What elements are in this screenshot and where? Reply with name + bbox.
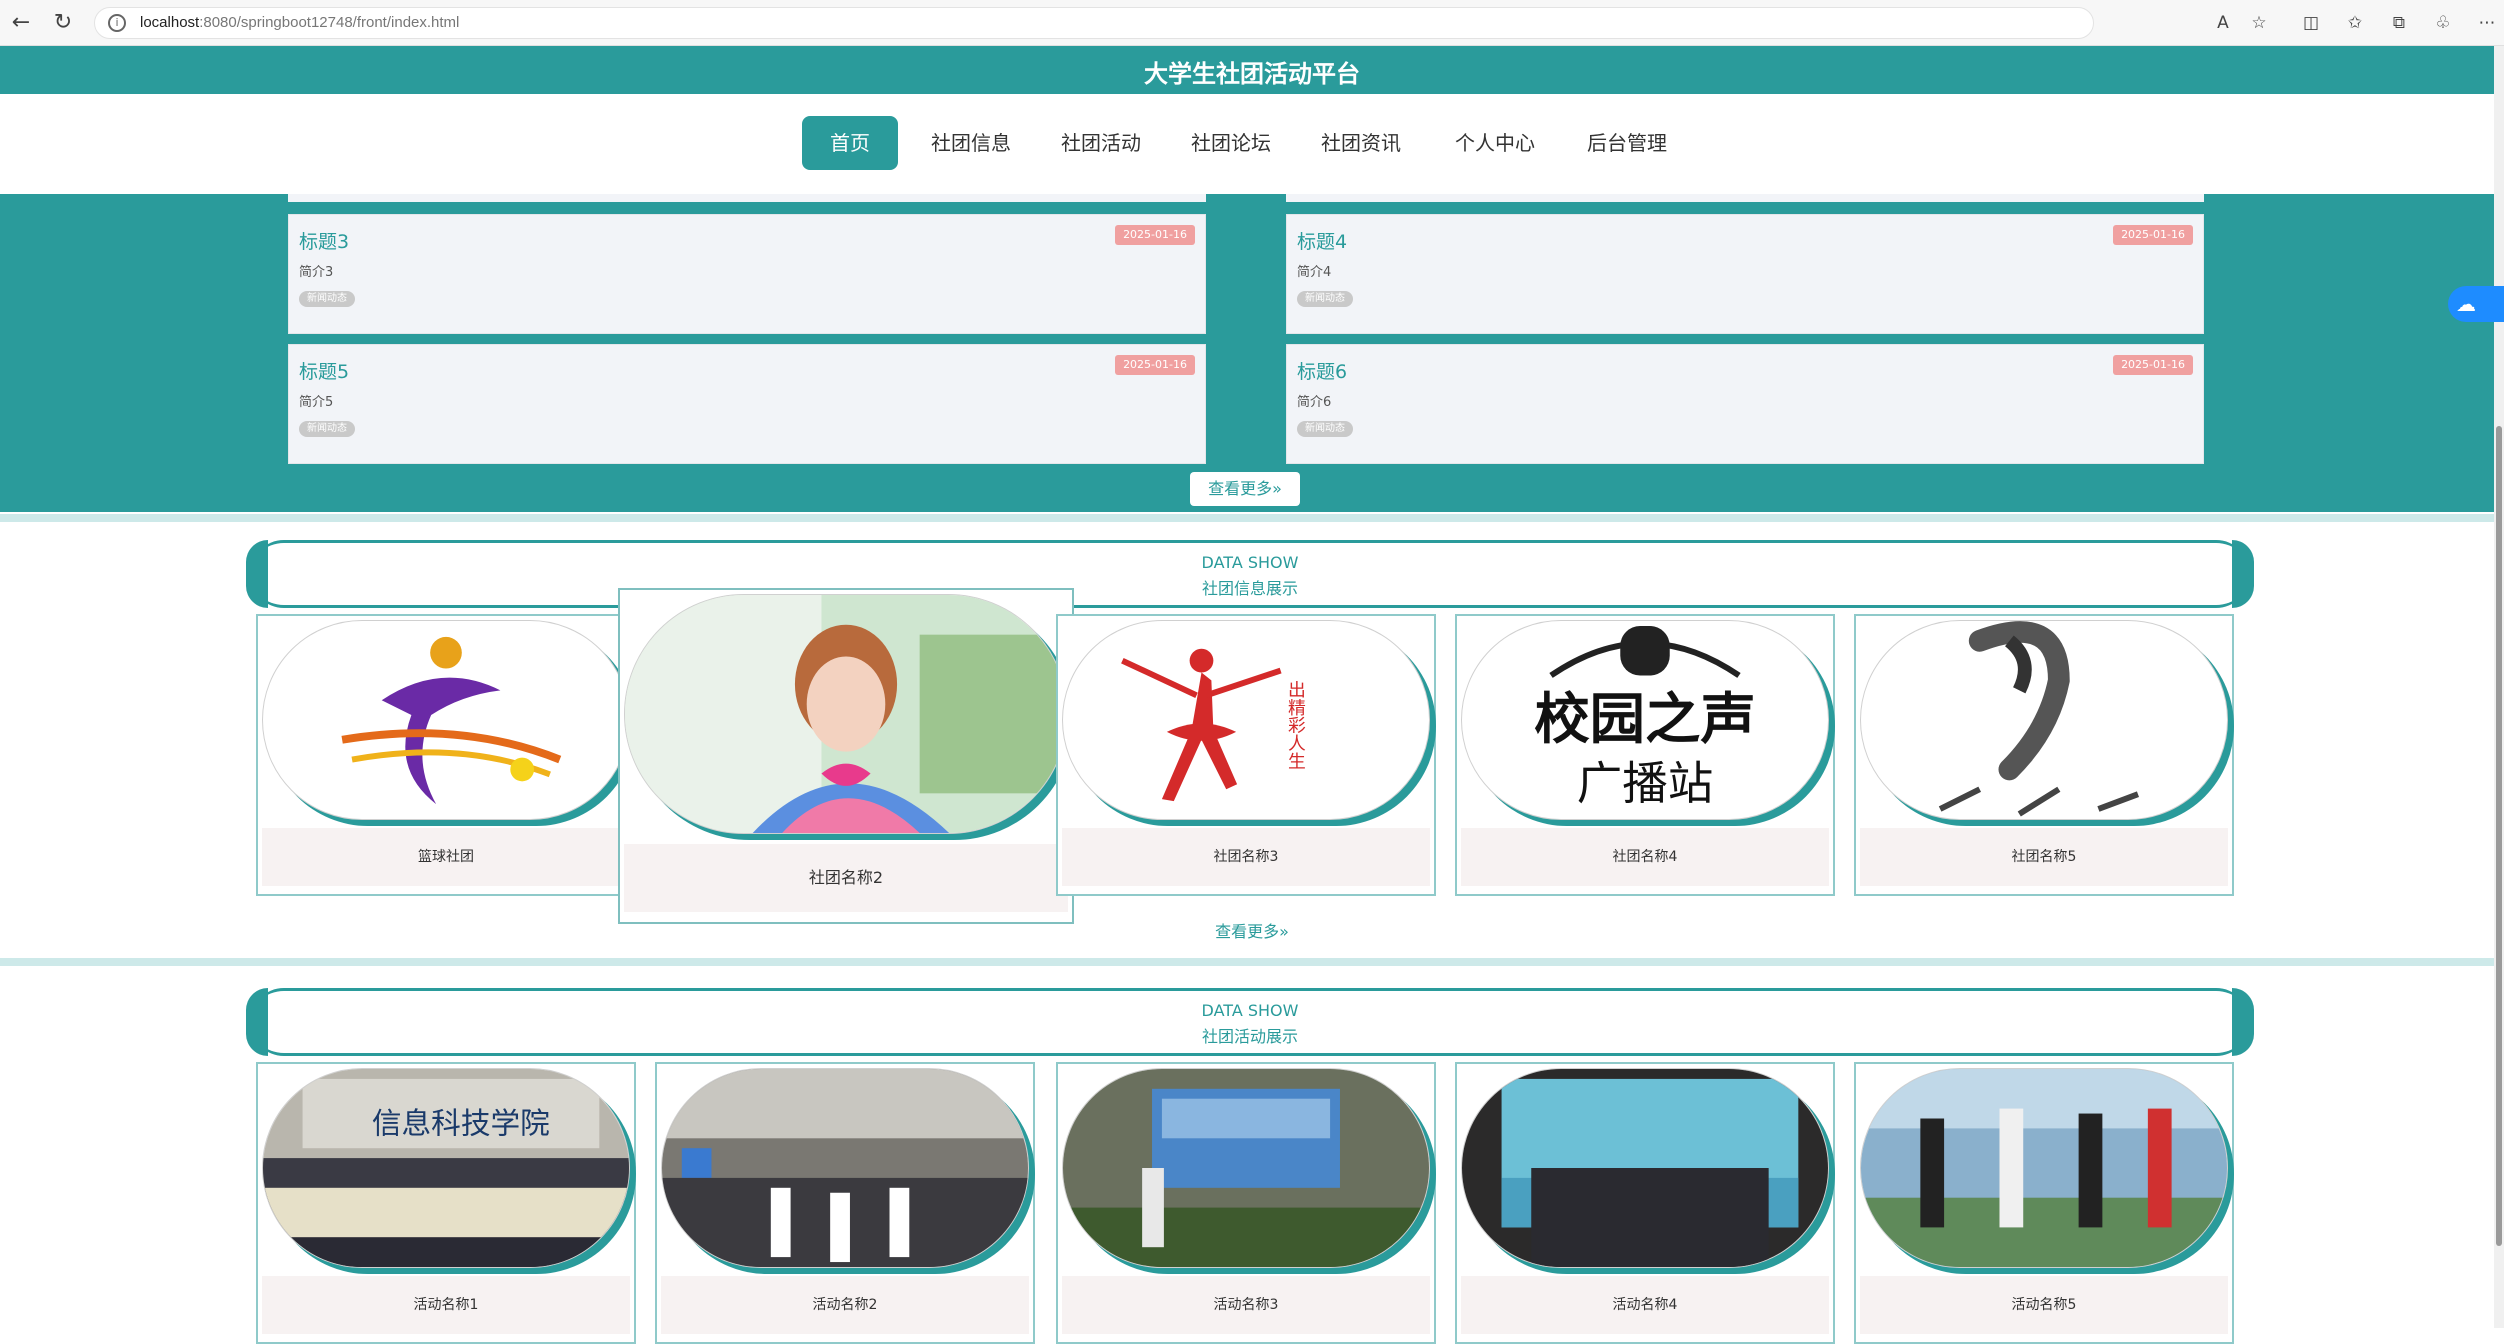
site-header: 大学生社团活动平台 (0, 46, 2504, 94)
favorites-icon[interactable]: ✩ (2344, 12, 2366, 34)
news-card[interactable]: 标题6 简介6 新闻动态 2025-01-16 (1286, 344, 2204, 464)
site-info-icon[interactable]: i (108, 14, 126, 32)
news-card[interactable]: 标题5 简介5 新闻动态 2025-01-16 (288, 344, 1206, 464)
activity-name[interactable]: 活动名称1 (262, 1276, 630, 1334)
activity-card[interactable]: 活动名称2 (655, 1062, 1035, 1344)
club-card-hovered[interactable]: 社团名称2 (618, 588, 1074, 924)
nav-admin[interactable]: 后台管理 (1576, 116, 1678, 170)
club-card[interactable]: 校园之声 广播站 社团名称4 (1455, 614, 1835, 896)
extensions-icon[interactable]: ♧ (2432, 12, 2454, 34)
section-divider (0, 958, 2504, 966)
club-card[interactable]: 出精彩人生 社团名称3 (1056, 614, 1436, 896)
activity-name[interactable]: 活动名称2 (661, 1276, 1029, 1334)
club-image[interactable]: 校园之声 广播站 (1461, 620, 1829, 820)
cloud-icon: ☁ (2456, 292, 2476, 316)
split-screen-icon[interactable]: ◫ (2300, 12, 2322, 34)
back-icon[interactable]: ← (8, 10, 34, 36)
activity-name[interactable]: 活动名称5 (1860, 1276, 2228, 1334)
news-title[interactable]: 标题4 (1297, 227, 1347, 254)
activity-card[interactable]: 活动名称3 (1056, 1062, 1436, 1344)
activities-section-header: DATA SHOW 社团活动展示 (246, 988, 2254, 1056)
nav-club-info[interactable]: 社团信息 (920, 116, 1022, 170)
club-image[interactable] (624, 594, 1068, 834)
club-image[interactable]: 出精彩人生 (1062, 620, 1430, 820)
section-title: 社团活动展示 (1201, 1027, 1298, 1046)
scrollbar-thumb[interactable] (2496, 426, 2502, 1246)
news-date: 2025-01-16 (2113, 225, 2193, 245)
site-title: 大学生社团活动平台 (1144, 60, 1360, 88)
main-nav: 首页 社团信息 社团活动 社团论坛 社团资讯 个人中心 后台管理 (0, 94, 2504, 194)
news-intro: 简介6 (1297, 395, 1332, 410)
news-date: 2025-01-16 (2113, 355, 2193, 375)
section-title: 社团信息展示 (1201, 579, 1298, 598)
news-tag: 新闻动态 (1297, 291, 1353, 307)
address-text[interactable]: localhost:8080/springboot12748/front/ind… (140, 14, 459, 31)
club-name[interactable]: 社团名称5 (1860, 828, 2228, 886)
club-card[interactable]: 篮球社团 (256, 614, 636, 896)
news-card-partial (288, 194, 1206, 202)
news-title[interactable]: 标题5 (299, 357, 349, 384)
club-card[interactable]: 社团名称5 (1854, 614, 2234, 896)
clubs-section-header: DATA SHOW 社团信息展示 (246, 540, 2254, 608)
activity-name[interactable]: 活动名称4 (1461, 1276, 1829, 1334)
favorite-star-icon[interactable]: ☆ (2248, 12, 2270, 34)
browser-toolbar: ← ↻ i localhost:8080/springboot12748/fro… (0, 0, 2504, 46)
club4-text-line2: 广播站 (1577, 757, 1714, 810)
activity-image[interactable] (1461, 1068, 1829, 1268)
club-name[interactable]: 篮球社团 (262, 828, 630, 886)
nav-club-news[interactable]: 社团资讯 (1310, 116, 1412, 170)
more-menu-icon[interactable]: ⋯ (2476, 12, 2498, 34)
nav-club-activities[interactable]: 社团活动 (1050, 116, 1152, 170)
news-intro: 简介4 (1297, 265, 1332, 280)
club-image[interactable] (262, 620, 630, 820)
activity1-banner-text: 信息科技学院 (372, 1105, 550, 1140)
nav-personal-center[interactable]: 个人中心 (1444, 116, 1546, 170)
activity-card[interactable]: 信息科技学院 活动名称1 (256, 1062, 636, 1344)
nav-home[interactable]: 首页 (802, 116, 898, 170)
news-card-partial (1286, 194, 2204, 202)
news-card[interactable]: 标题3 简介3 新闻动态 2025-01-16 (288, 214, 1206, 334)
news-title[interactable]: 标题6 (1297, 357, 1347, 384)
activity-image[interactable]: 信息科技学院 (262, 1068, 630, 1268)
float-assistant-button[interactable]: ☁ (2448, 286, 2504, 322)
news-date: 2025-01-16 (1115, 225, 1195, 245)
news-tag: 新闻动态 (299, 421, 355, 437)
news-intro: 简介3 (299, 265, 334, 280)
activity-card[interactable]: 活动名称5 (1854, 1062, 2234, 1344)
news-tag: 新闻动态 (299, 291, 355, 307)
read-aloud-icon[interactable]: A (2212, 12, 2234, 34)
club-name[interactable]: 社团名称4 (1461, 828, 1829, 886)
activity-image[interactable] (661, 1068, 1029, 1268)
news-tag: 新闻动态 (1297, 421, 1353, 437)
section-subtitle-en: DATA SHOW (1201, 1001, 1299, 1020)
club-image[interactable] (1860, 620, 2228, 820)
news-date: 2025-01-16 (1115, 355, 1195, 375)
reload-icon[interactable]: ↻ (50, 10, 76, 36)
club-name[interactable]: 社团名称3 (1062, 828, 1430, 886)
activity-image[interactable] (1860, 1068, 2228, 1268)
svg-text:出精彩人生: 出精彩人生 (1285, 680, 1306, 769)
activity-image[interactable] (1062, 1068, 1430, 1268)
news-card[interactable]: 标题4 简介4 新闻动态 2025-01-16 (1286, 214, 2204, 334)
club-name[interactable]: 社团名称2 (624, 844, 1068, 912)
nav-club-forum[interactable]: 社团论坛 (1180, 116, 1282, 170)
activity-name[interactable]: 活动名称3 (1062, 1276, 1430, 1334)
clubs-more-link[interactable]: 查看更多» (0, 918, 2504, 942)
news-title[interactable]: 标题3 (299, 227, 349, 254)
page-scrollbar[interactable] (2494, 46, 2504, 1328)
section-subtitle-en: DATA SHOW (1201, 553, 1299, 572)
news-more-button[interactable]: 查看更多» (1190, 472, 1300, 506)
section-divider (0, 514, 2504, 522)
club4-text-line1: 校园之声 (1534, 688, 1756, 752)
news-section: 标题3 简介3 新闻动态 2025-01-16 标题4 简介4 新闻动态 202… (0, 194, 2504, 512)
collections-icon[interactable]: ⧉ (2388, 12, 2410, 34)
news-intro: 简介5 (299, 395, 334, 410)
activity-card[interactable]: 活动名称4 (1455, 1062, 1835, 1344)
